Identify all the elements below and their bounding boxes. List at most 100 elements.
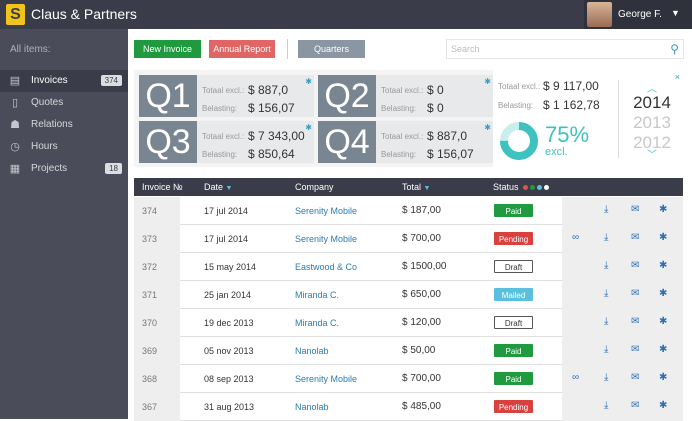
col-status[interactable]: Status	[493, 182, 550, 192]
quarter-card-q1[interactable]: Q1 Totaal excl.: $ 887,0 Belasting: $ 156,07…	[139, 75, 314, 117]
sort-caret-icon[interactable]: ▼	[226, 185, 233, 192]
table-row[interactable]: 367 31 aug 2013 Nanolab $ 485,00 Pending ⤓ ✉ ✱	[134, 393, 683, 421]
search-input[interactable]: Search ⚲	[446, 39, 684, 59]
download-icon[interactable]: ⤓	[604, 232, 608, 244]
logo-icon[interactable]: S	[6, 4, 25, 25]
invoice-number[interactable]: 373	[142, 234, 157, 244]
percent-label: excl.	[545, 146, 568, 158]
avatar[interactable]	[587, 2, 612, 27]
gear-icon[interactable]: ✱	[659, 204, 667, 216]
new-invoice-button[interactable]: New Invoice	[134, 40, 201, 58]
mail-icon[interactable]: ✉	[631, 344, 639, 356]
sidebar-item-invoices[interactable]: ▤ Invoices 374	[0, 70, 128, 92]
quarter-card-q2[interactable]: Q2 Totaal excl.: $ 0 Belasting: $ 0 ✱	[318, 75, 493, 117]
quarter-card-q3[interactable]: Q3 Totaal excl.: $ 7 343,00 Belasting: $ 850…	[139, 121, 314, 163]
download-icon[interactable]: ⤓	[604, 400, 608, 412]
table-row[interactable]: 369 05 nov 2013 Nanolab $ 50,00 Paid ⤓ ✉ ✱	[134, 337, 683, 365]
invoice-number[interactable]: 368	[142, 374, 157, 384]
status-filter-dot[interactable]	[523, 185, 529, 190]
table-row[interactable]: 374 17 jul 2014 Serenity Mobile $ 187,00 Pai…	[134, 197, 683, 225]
download-icon[interactable]: ⤓	[604, 316, 608, 328]
chevron-down-icon[interactable]: ▼	[671, 8, 680, 18]
table-row[interactable]: 373 17 jul 2014 Serenity Mobile $ 700,00 Pen…	[134, 225, 683, 253]
download-icon[interactable]: ⤓	[604, 204, 608, 216]
col-company[interactable]: Company	[295, 182, 334, 192]
status-badge[interactable]: Paid	[494, 204, 533, 217]
annual-report-button[interactable]: Annual Report	[209, 40, 275, 58]
status-badge[interactable]: Pending	[494, 232, 533, 245]
link-icon[interactable]: ∞	[572, 372, 579, 384]
gear-icon[interactable]: ✱	[659, 316, 667, 328]
company-link[interactable]: Serenity Mobile	[295, 374, 357, 384]
col-invoice[interactable]: Invoice №	[142, 182, 183, 192]
company-link[interactable]: Nanolab	[295, 346, 329, 356]
company-link[interactable]: Nanolab	[295, 402, 329, 412]
gear-icon[interactable]: ✱	[659, 288, 667, 300]
invoice-number[interactable]: 370	[142, 318, 157, 328]
gear-icon[interactable]: ✱	[484, 123, 491, 132]
gear-icon[interactable]: ✱	[659, 260, 667, 272]
invoice-number[interactable]: 369	[142, 346, 157, 356]
company-link[interactable]: Serenity Mobile	[295, 234, 357, 244]
mail-icon[interactable]: ✉	[631, 372, 639, 384]
table-row[interactable]: 372 15 may 2014 Eastwood & Co $ 1500,00 Draf…	[134, 253, 683, 281]
status-filter-dot[interactable]	[530, 185, 536, 190]
user-menu[interactable]: George F. ▼	[584, 0, 692, 29]
total-tax-label: Belasting:	[498, 101, 534, 110]
sort-caret-icon[interactable]: ▼	[424, 185, 431, 192]
sidebar-item-projects[interactable]: ▦ Projects 18	[0, 158, 128, 180]
mail-icon[interactable]: ✉	[631, 204, 639, 216]
link-icon[interactable]: ∞	[572, 232, 579, 244]
quarter-card-q4[interactable]: Q4 Totaal excl.: $ 887,0 Belasting: $ 156,07…	[318, 121, 493, 163]
invoice-number[interactable]: 374	[142, 206, 157, 216]
invoice-number[interactable]: 371	[142, 290, 157, 300]
sidebar-item-relations[interactable]: ☗ Relations	[0, 114, 128, 136]
status-badge[interactable]: Pending	[494, 400, 533, 413]
year-2013[interactable]: 2013	[630, 113, 674, 133]
download-icon[interactable]: ⤓	[604, 288, 608, 300]
mail-icon[interactable]: ✉	[631, 232, 639, 244]
status-filter-dot[interactable]	[537, 185, 543, 190]
invoice-number[interactable]: 367	[142, 402, 157, 412]
gear-icon[interactable]: ✱	[305, 77, 312, 86]
download-icon[interactable]: ⤓	[604, 260, 608, 272]
invoice-number[interactable]: 372	[142, 262, 157, 272]
mail-icon[interactable]: ✉	[631, 316, 639, 328]
col-total[interactable]: Total ▼	[402, 182, 430, 192]
company-link[interactable]: Eastwood & Co	[295, 262, 357, 272]
mail-icon[interactable]: ✉	[631, 400, 639, 412]
year-2014[interactable]: 2014	[630, 93, 674, 113]
quarters-button[interactable]: Quarters	[298, 40, 365, 58]
status-badge[interactable]: Paid	[494, 372, 533, 385]
status-badge[interactable]: Draft	[494, 316, 533, 329]
gear-icon[interactable]: ✱	[484, 77, 491, 86]
company-link[interactable]: Miranda C.	[295, 290, 339, 300]
download-icon[interactable]: ⤓	[604, 372, 608, 384]
col-date[interactable]: Date ▼	[204, 182, 232, 192]
tax-value: $ 0	[427, 101, 444, 115]
table-row[interactable]: 368 08 sep 2013 Serenity Mobile $ 700,00 Pai…	[134, 365, 683, 393]
download-icon[interactable]: ⤓	[604, 344, 608, 356]
gear-icon[interactable]: ✱	[659, 344, 667, 356]
year-selector[interactable]: 2014 2013 2012	[630, 93, 674, 153]
mail-icon[interactable]: ✉	[631, 288, 639, 300]
status-badge[interactable]: Paid	[494, 344, 533, 357]
gear-icon[interactable]: ✱	[305, 123, 312, 132]
gear-icon[interactable]: ✱	[659, 400, 667, 412]
user-name[interactable]: George F.	[618, 9, 662, 20]
sidebar-item-quotes[interactable]: ▯ Quotes	[0, 92, 128, 114]
status-badge[interactable]: Mailed	[494, 288, 533, 301]
company-link[interactable]: Serenity Mobile	[295, 206, 357, 216]
chevron-down-icon[interactable]: ﹀	[630, 146, 674, 161]
gear-icon[interactable]: ✱	[659, 232, 667, 244]
company-link[interactable]: Miranda C.	[295, 318, 339, 328]
mail-icon[interactable]: ✉	[631, 260, 639, 272]
gear-icon[interactable]: ✱	[659, 372, 667, 384]
sidebar-item-hours[interactable]: ◷ Hours	[0, 136, 128, 158]
status-badge[interactable]: Draft	[494, 260, 533, 273]
search-icon[interactable]: ⚲	[670, 42, 679, 56]
status-filter-dot[interactable]	[544, 185, 550, 190]
table-row[interactable]: 371 25 jan 2014 Miranda C. $ 650,00 Mailed ⤓ ✉…	[134, 281, 683, 309]
table-row[interactable]: 370 19 dec 2013 Miranda C. $ 120,00 Draft ⤓ ✉ ✱	[134, 309, 683, 337]
close-icon[interactable]: ×	[675, 72, 680, 82]
